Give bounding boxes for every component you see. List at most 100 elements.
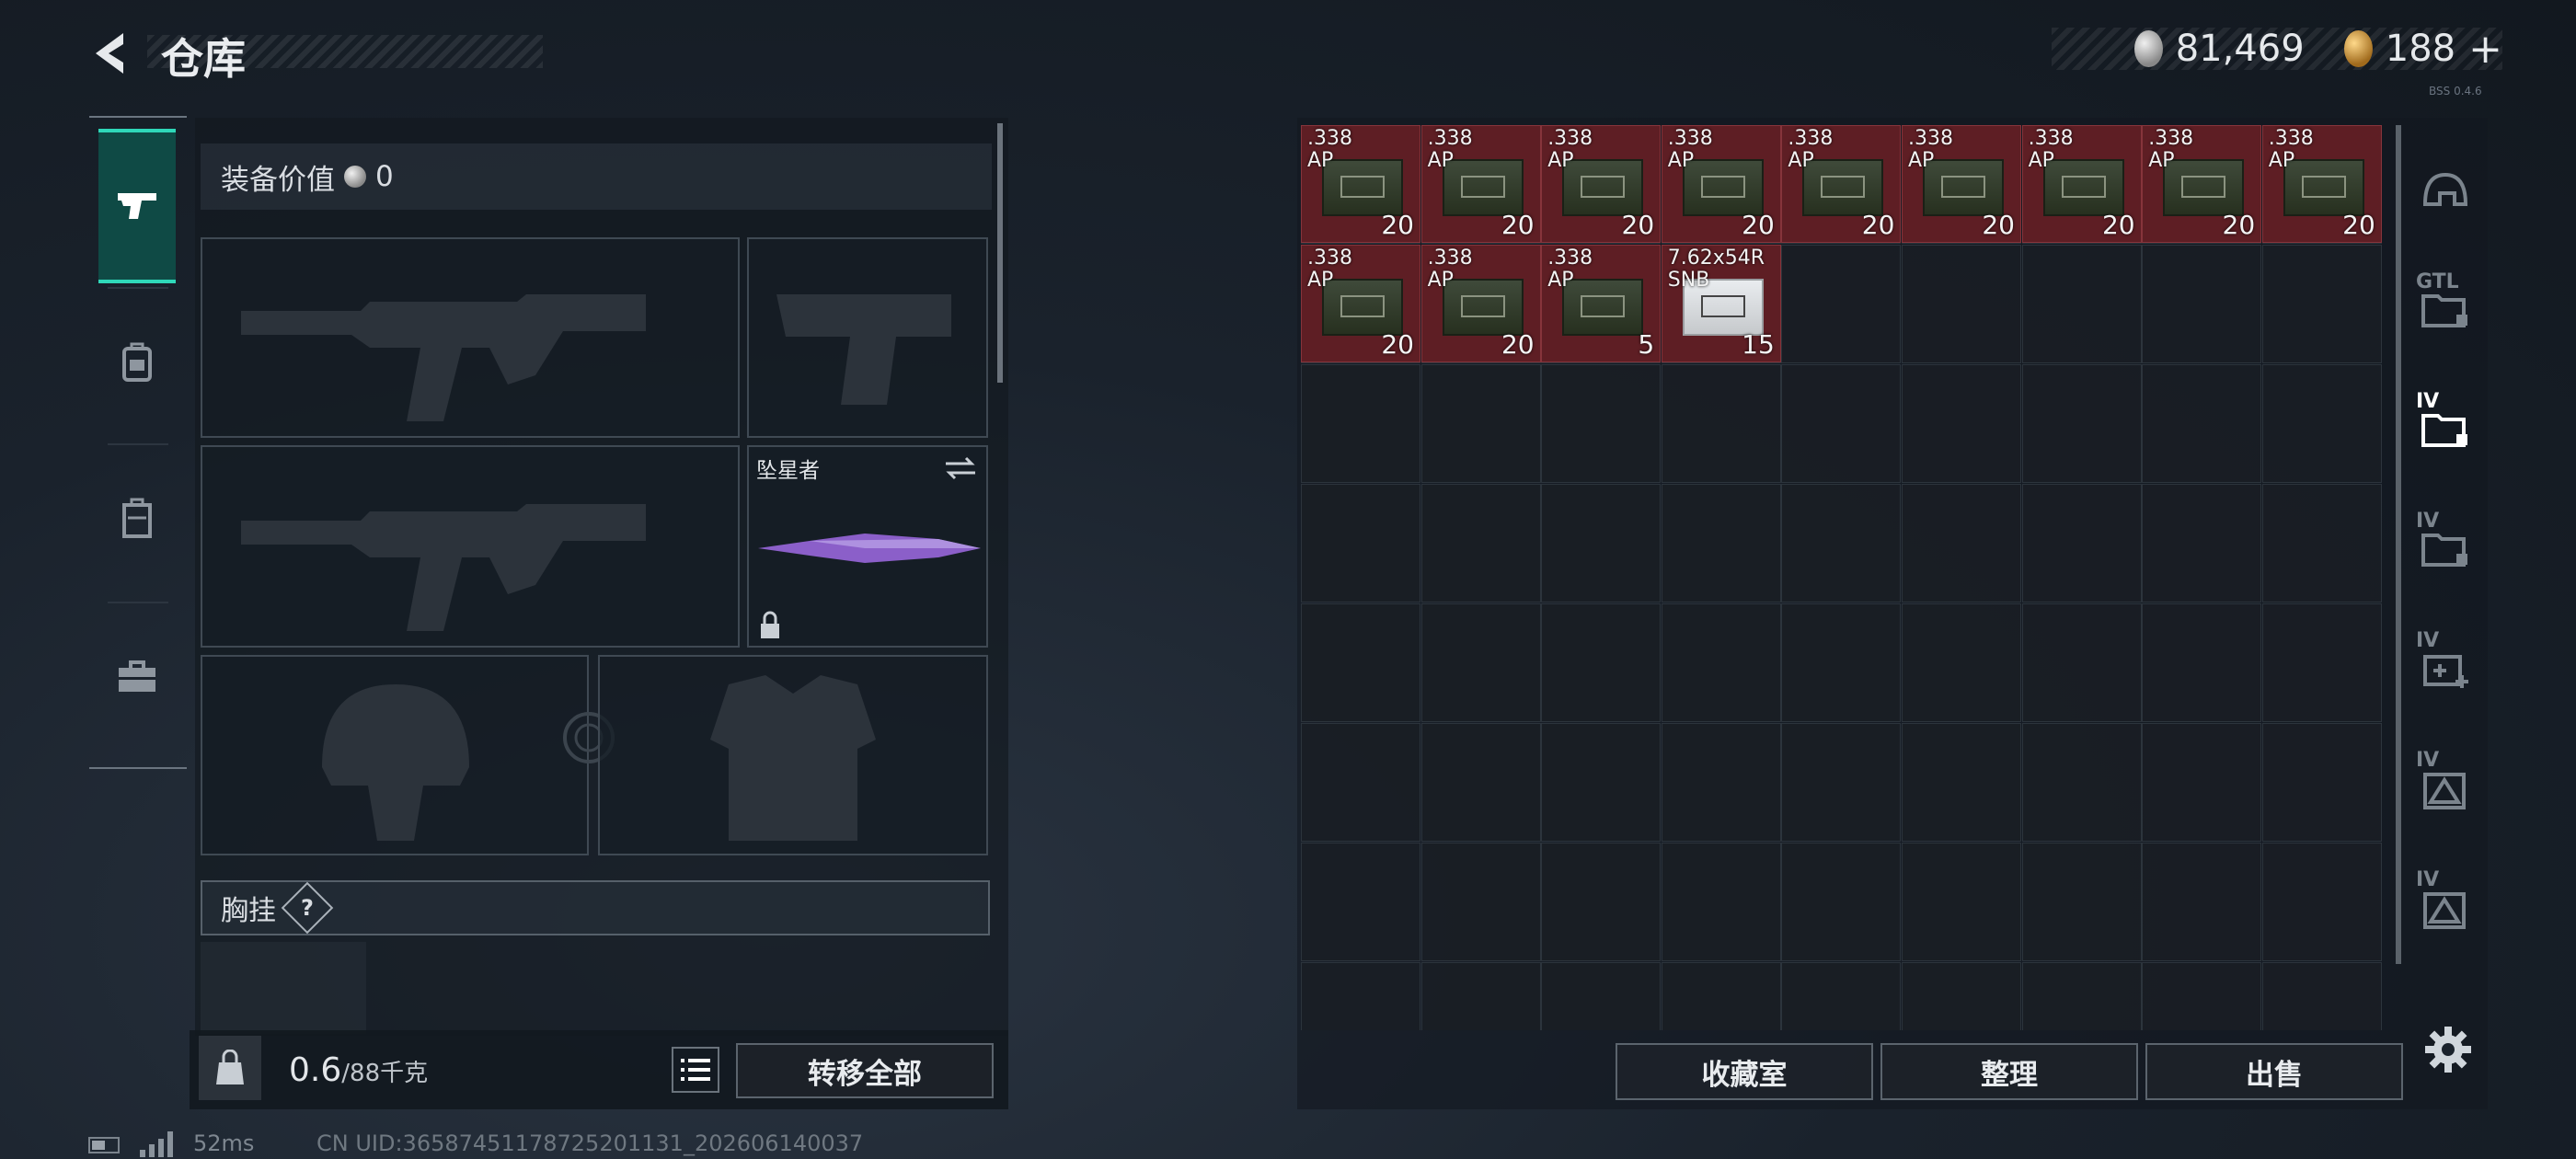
grid-cell[interactable] [2021,962,2142,1030]
grid-cell[interactable] [2261,603,2382,722]
grid-cell[interactable] [1902,723,2021,842]
inventory-grid[interactable]: .338 AP 20.338 AP 20.338 AP 20.338 AP 20.338… [1301,125,2386,1030]
grid-cell[interactable] [1902,843,2021,961]
sort-button[interactable]: 整理 [1880,1043,2138,1100]
equipment-scrollbar[interactable] [997,123,1003,383]
help-icon[interactable]: ? [281,881,334,935]
grid-cell[interactable] [1902,484,2021,602]
grid-cell[interactable] [1541,843,1662,961]
container-tab[interactable]: IV [2403,852,2488,962]
inventory-scrollbar[interactable] [2396,125,2401,964]
grid-cell[interactable] [1781,364,1902,483]
grid-cell[interactable] [1661,603,1781,722]
grid-cell[interactable] [1420,364,1541,483]
grid-cell[interactable] [1420,962,1541,1030]
container-tab[interactable] [2403,138,2488,248]
inventory-item[interactable]: .338 AP 20 [1420,125,1541,243]
grid-cell[interactable] [1420,843,1541,961]
armor-slot[interactable] [598,655,988,855]
grid-cell[interactable] [1541,603,1662,722]
inventory-item[interactable]: 7.62x54R SNB 15 [1661,245,1781,362]
melee-slot[interactable]: 坠星者 [747,445,988,648]
inventory-item[interactable]: .338 AP 20 [2021,125,2142,243]
container-tab[interactable]: IV [2403,613,2488,723]
grid-cell[interactable] [1902,962,2021,1030]
list-view-button[interactable] [672,1047,719,1093]
grid-cell[interactable] [2261,962,2382,1030]
grid-cell[interactable] [1301,843,1420,961]
grid-cell[interactable] [1902,364,2021,483]
container-tab[interactable]: IV [2403,373,2488,484]
grid-cell[interactable] [1301,603,1420,722]
grid-cell[interactable] [2021,843,2142,961]
grid-cell[interactable] [1661,484,1781,602]
container-tab[interactable]: IV [2403,493,2488,603]
grid-cell[interactable] [1541,484,1662,602]
grid-cell[interactable] [2261,843,2382,961]
grid-cell[interactable] [1420,723,1541,842]
inventory-item[interactable]: .338 AP 20 [1781,125,1902,243]
grid-cell[interactable] [2021,484,2142,602]
grid-cell[interactable] [1301,484,1420,602]
grid-cell[interactable] [1661,723,1781,842]
back-arrow-icon[interactable] [85,26,140,81]
container-tab[interactable]: GTL [2403,254,2488,364]
primary-weapon-slot[interactable] [201,237,740,438]
inventory-item[interactable]: .338 AP 20 [2261,125,2382,243]
sell-button[interactable]: 出售 [2145,1043,2403,1100]
grid-cell[interactable] [1541,723,1662,842]
tab-weapons[interactable] [98,129,176,283]
grid-cell[interactable] [2261,245,2382,363]
inventory-item[interactable]: .338 AP 20 [1661,125,1781,243]
grid-cell[interactable] [1781,603,1902,722]
grid-cell[interactable] [2142,603,2262,722]
grid-cell[interactable] [2142,364,2262,483]
helmet-slot[interactable] [201,655,589,855]
grid-cell[interactable] [1902,603,2021,722]
grid-cell[interactable] [1661,364,1781,483]
inventory-item[interactable]: .338 AP 20 [1420,245,1541,362]
secondary-weapon-slot[interactable] [201,445,740,648]
collection-room-button[interactable]: 收藏室 [1616,1043,1873,1100]
container-tab[interactable]: IV [2403,732,2488,843]
tab-storage[interactable] [98,445,176,592]
grid-cell[interactable] [2261,723,2382,842]
grid-cell[interactable] [1781,723,1902,842]
inventory-item[interactable]: .338 AP 5 [1541,245,1662,362]
grid-cell[interactable] [2021,723,2142,842]
inventory-item[interactable]: .338 AP 20 [1541,125,1662,243]
grid-cell[interactable] [1541,364,1662,483]
sidearm-slot[interactable] [747,237,988,438]
grid-cell[interactable] [1781,962,1902,1030]
grid-cell[interactable] [1301,364,1420,483]
tab-backpack[interactable] [98,289,176,436]
grid-cell[interactable] [1301,723,1420,842]
grid-cell[interactable] [1902,245,2021,363]
grid-cell[interactable] [1661,962,1781,1030]
inventory-item[interactable]: .338 AP 20 [2142,125,2262,243]
tab-toolbox[interactable] [98,603,176,751]
inventory-item[interactable]: .338 AP 20 [1301,125,1420,243]
grid-cell[interactable] [2142,484,2262,602]
transfer-all-button[interactable]: 转移全部 [736,1043,994,1098]
inventory-item[interactable]: .338 AP 20 [1902,125,2021,243]
settings-gear-icon[interactable] [2421,1023,2475,1076]
grid-cell[interactable] [1420,603,1541,722]
grid-cell[interactable] [2021,603,2142,722]
grid-cell[interactable] [2261,364,2382,483]
grid-cell[interactable] [1781,484,1902,602]
grid-cell[interactable] [1781,245,1902,363]
grid-cell[interactable] [1661,843,1781,961]
chest-rig-slot[interactable] [201,942,366,1034]
inventory-item[interactable]: .338 AP 20 [1301,245,1420,362]
grid-cell[interactable] [1301,962,1420,1030]
swap-icon[interactable] [944,454,977,482]
add-currency-button[interactable]: + [2468,26,2502,73]
grid-cell[interactable] [2021,364,2142,483]
grid-cell[interactable] [2142,723,2262,842]
grid-cell[interactable] [1781,843,1902,961]
grid-cell[interactable] [2021,245,2142,363]
grid-cell[interactable] [2142,245,2262,363]
grid-cell[interactable] [2142,843,2262,961]
grid-cell[interactable] [1420,484,1541,602]
